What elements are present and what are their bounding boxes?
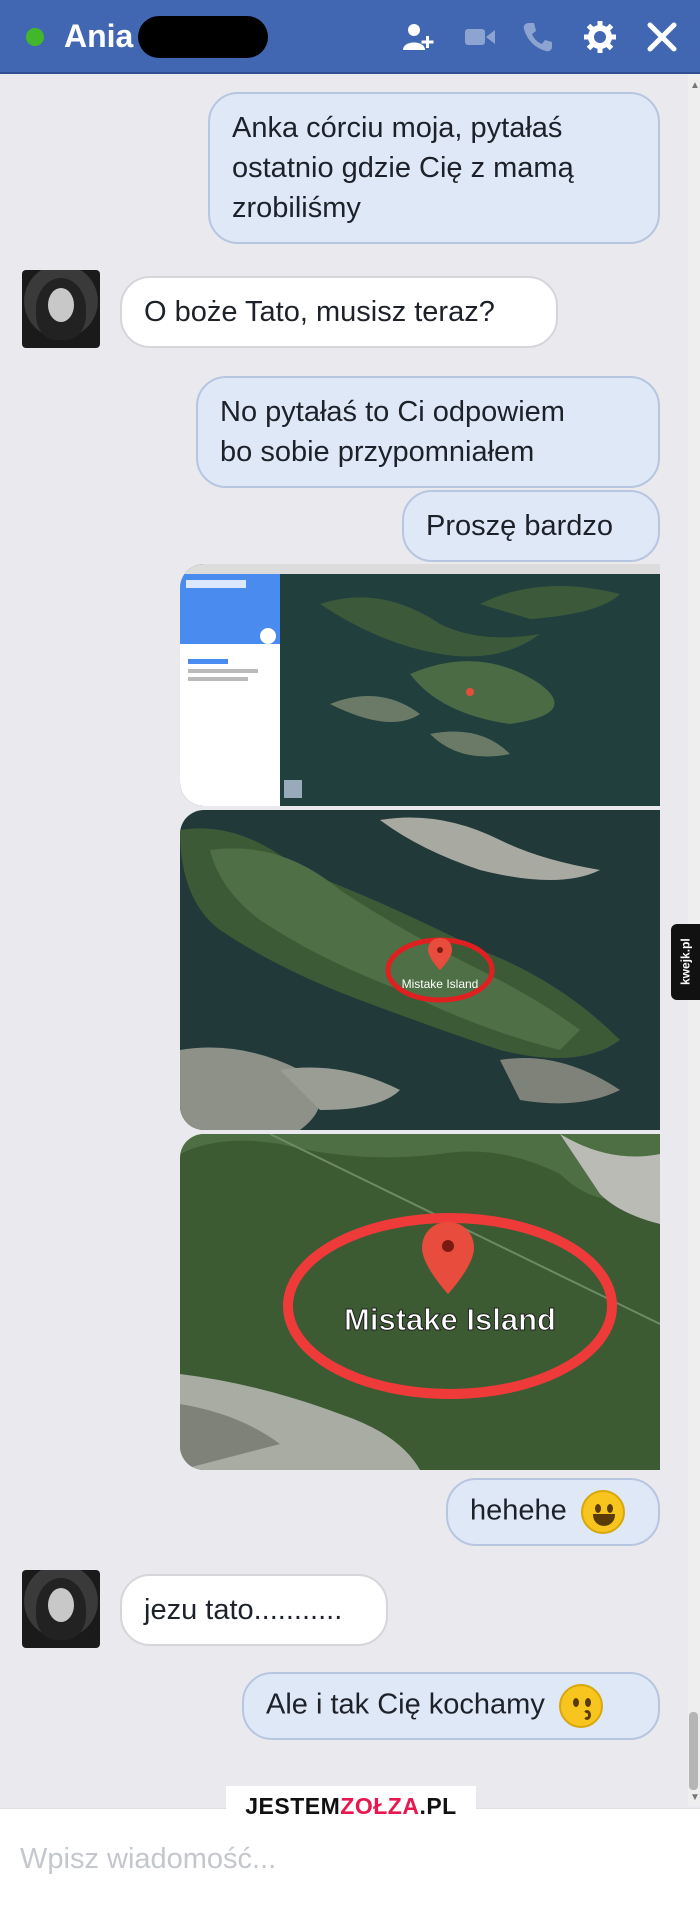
scrollbar-thumb[interactable]: [689, 1712, 698, 1790]
grinning-face-icon: [580, 1490, 625, 1534]
message-bubble-outgoing[interactable]: Anka córciu moja, pytałaś ostatnio gdzie…: [208, 92, 660, 244]
avatar[interactable]: [22, 270, 100, 348]
message-bubble-incoming[interactable]: jezu tato...........: [120, 1574, 388, 1646]
add-person-icon[interactable]: [398, 17, 438, 57]
close-icon[interactable]: [642, 17, 682, 57]
message-text-line: Anka córciu moja, pytałaś: [232, 112, 563, 144]
message-text-line: No pytałaś to Ci odpowiem: [220, 396, 565, 428]
kwejk-watermark: kwejk.pl: [671, 924, 700, 1000]
message-text: Proszę bardzo: [426, 510, 613, 542]
island-closeup-image[interactable]: Mistake Island: [180, 1134, 660, 1470]
kissing-face-icon: [558, 1684, 603, 1728]
message-text: Ale i tak Cię kochamy: [266, 1688, 545, 1721]
online-status-dot: [26, 28, 44, 46]
message-bubble-outgoing[interactable]: Ale i tak Cię kochamy: [242, 1672, 660, 1740]
map-screenshot-image[interactable]: [180, 564, 660, 806]
message-text-line: ostatnio gdzie Cię z mamą: [232, 152, 574, 184]
message-bubble-outgoing[interactable]: Proszę bardzo: [402, 490, 660, 562]
site-watermark: JESTEM ZOŁZA .PL: [226, 1786, 476, 1826]
scroll-up-arrow-icon[interactable]: ▲: [690, 80, 700, 91]
phone-icon[interactable]: [518, 17, 558, 57]
contact-name[interactable]: Ania: [64, 18, 133, 55]
message-list[interactable]: Anka córciu moja, pytałaś ostatnio gdzie…: [0, 74, 688, 1806]
gear-icon[interactable]: [580, 17, 620, 57]
message-bubble-incoming[interactable]: O boże Tato, musisz teraz?: [120, 276, 558, 348]
message-input[interactable]: [20, 1839, 680, 1879]
message-text-line: zrobiliśmy: [232, 192, 361, 224]
message-bubble-outgoing[interactable]: No pytałaś to Ci odpowiem bo sobie przyp…: [196, 376, 660, 488]
video-call-icon[interactable]: [460, 17, 500, 57]
avatar[interactable]: [22, 1570, 100, 1648]
map-label: Mistake Island: [344, 1302, 556, 1337]
island-satellite-image[interactable]: Mistake Island: [180, 810, 660, 1130]
message-text: hehehe: [470, 1494, 567, 1527]
message-text: O boże Tato, musisz teraz?: [144, 296, 495, 328]
chat-header: Ania: [0, 0, 700, 74]
message-text: jezu tato...........: [144, 1594, 343, 1626]
redacted-surname: [138, 16, 268, 58]
map-label: Mistake Island: [402, 977, 479, 991]
message-bubble-outgoing[interactable]: hehehe: [446, 1478, 660, 1546]
scroll-down-arrow-icon[interactable]: ▼: [690, 1792, 700, 1803]
message-text-line: bo sobie przypomniałem: [220, 436, 535, 468]
